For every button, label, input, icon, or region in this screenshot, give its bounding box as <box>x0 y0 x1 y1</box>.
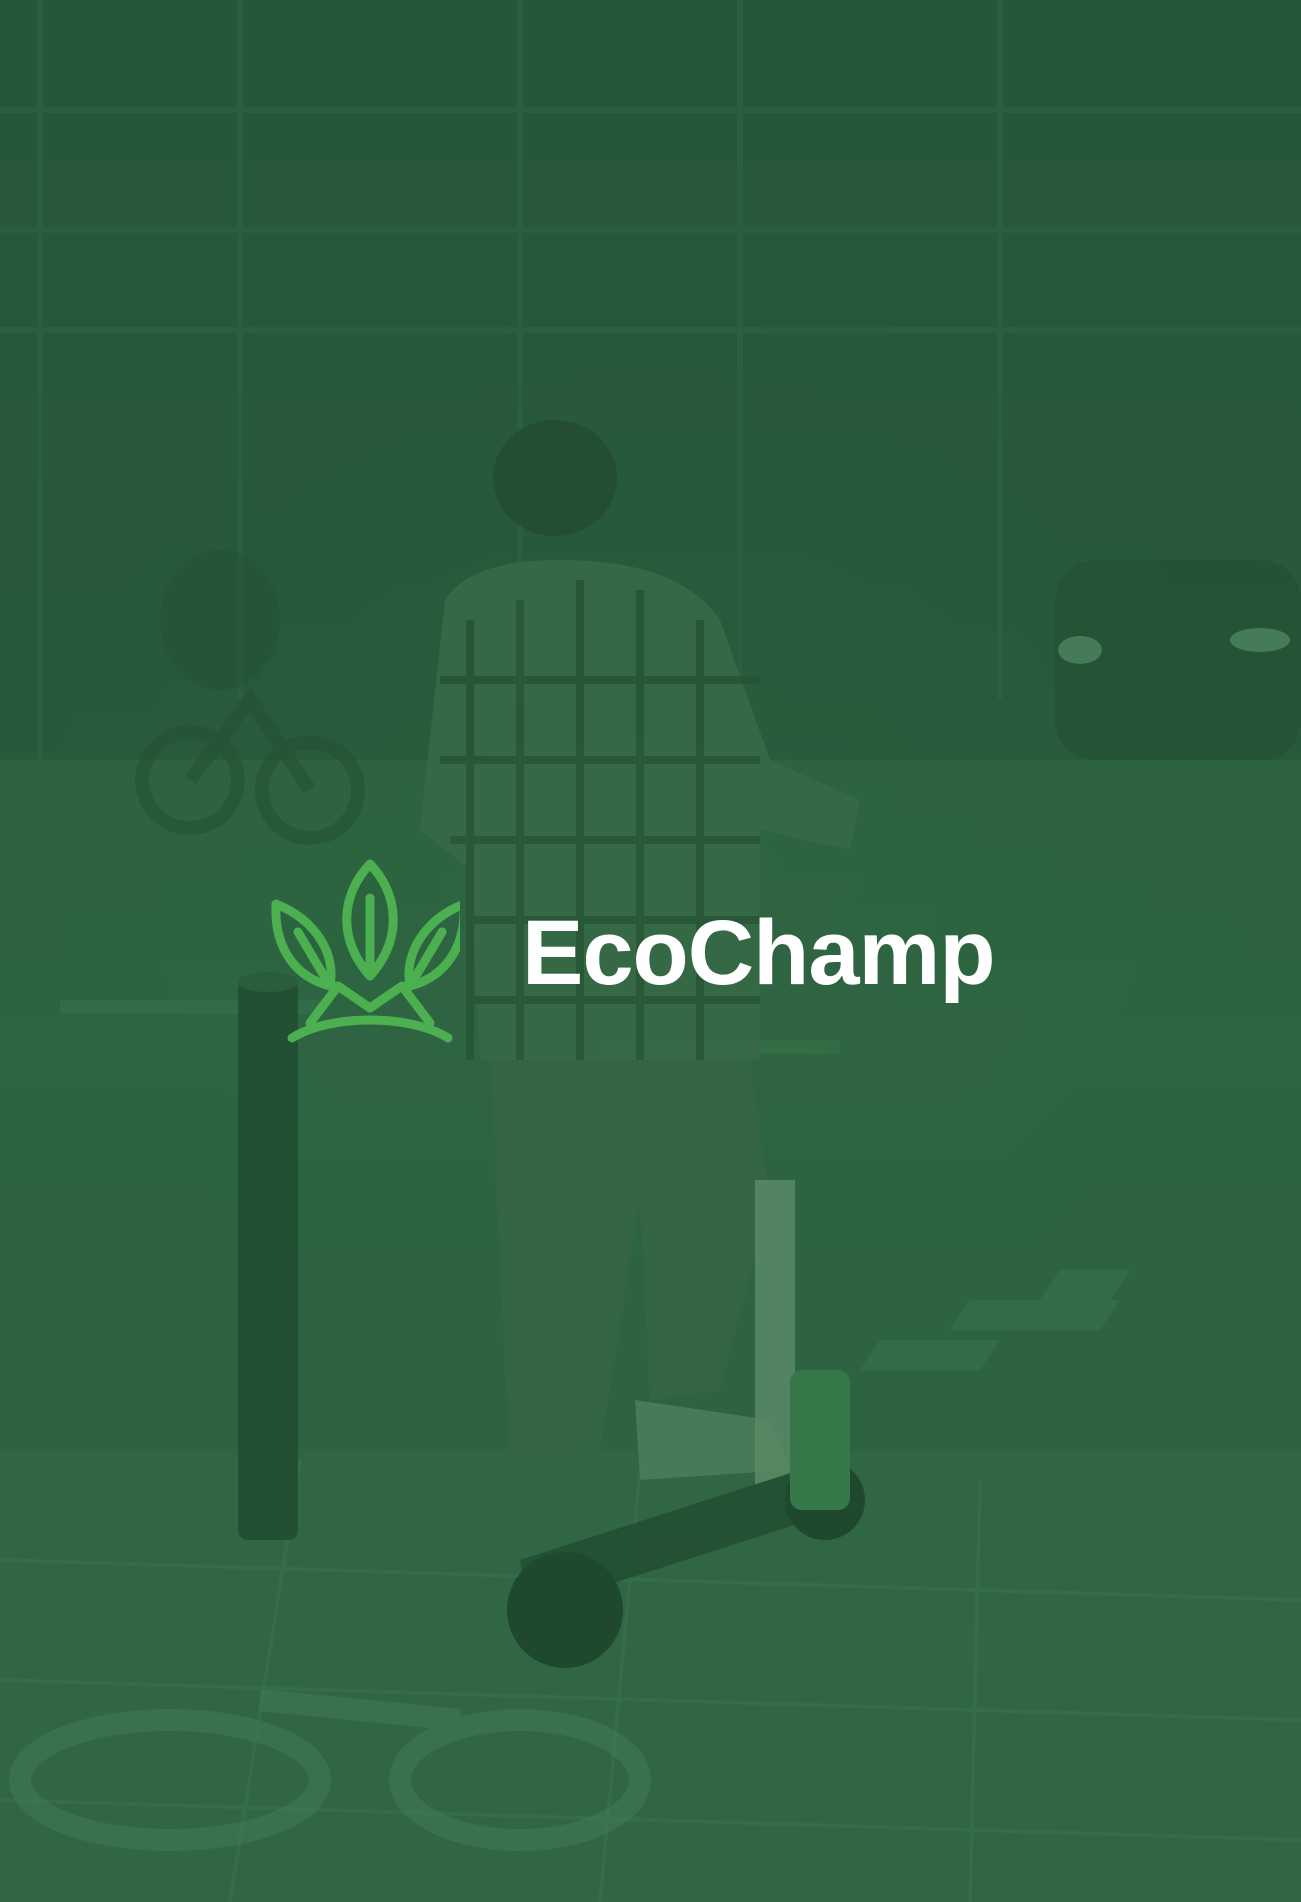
splash-screen: EcoChamp <box>0 0 1301 1902</box>
brand-name: EcoChamp <box>522 902 996 1004</box>
brand-lockup: EcoChamp <box>270 858 1050 1048</box>
leaf-crown-icon <box>271 859 460 1043</box>
